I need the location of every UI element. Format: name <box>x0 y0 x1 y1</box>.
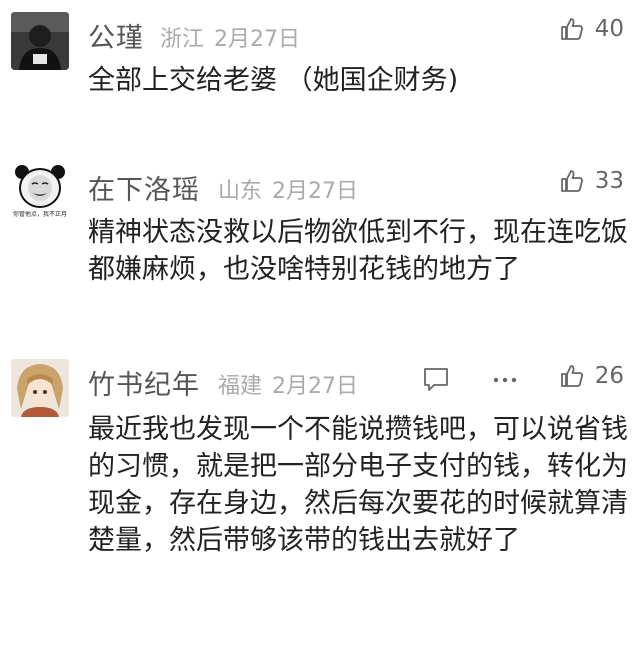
comment-username[interactable]: 竹书纪年 <box>88 363 200 402</box>
like-button[interactable]: 26 <box>559 363 624 389</box>
comment-meta: 浙江 2月27日 <box>160 21 300 53</box>
avatar[interactable]: 你管他点，我不正月 <box>11 164 69 222</box>
like-count: 33 <box>594 168 624 194</box>
comment-location: 福建 <box>218 374 263 399</box>
like-count: 40 <box>594 16 624 42</box>
anime-avatar-icon <box>11 359 69 417</box>
user-avatar-dark-icon <box>11 12 69 70</box>
thumbs-up-icon <box>560 170 583 192</box>
like-count: 26 <box>594 363 624 389</box>
more-dots-icon[interactable] <box>491 365 519 393</box>
comment-text: 最近我也发现一个不能说攒钱吧，可以说省钱的习惯，就是把一部分电子支付的钱，转化为… <box>88 414 628 556</box>
comment-meta: 山东 2月27日 <box>218 173 358 205</box>
like-button[interactable]: 33 <box>559 168 624 194</box>
thumbs-up-icon <box>560 365 583 387</box>
comment-bubble-icon[interactable] <box>422 365 450 393</box>
comment-date: 2月27日 <box>272 179 359 204</box>
comment-date: 2月27日 <box>272 374 359 399</box>
avatar[interactable] <box>11 359 69 417</box>
comment-username[interactable]: 公瑾 <box>88 16 144 55</box>
avatar-caption: 你管他点，我不正月 <box>12 211 67 218</box>
like-button[interactable]: 40 <box>559 16 624 42</box>
comment-text: 精神状态没救以后物欲低到不行，现在连吃饭都嫌麻烦，也没啥特别花钱的地方了 <box>88 217 628 285</box>
thumbs-up-icon <box>560 18 583 40</box>
avatar[interactable] <box>11 12 69 70</box>
comment-location: 山东 <box>218 179 263 204</box>
comment-text: 全部上交给老婆 （她国企财务) <box>88 65 459 96</box>
comment-location: 浙江 <box>160 27 205 52</box>
comment-username[interactable]: 在下洛瑶 <box>88 168 200 207</box>
comment-meta: 福建 2月27日 <box>218 368 358 400</box>
comment-date: 2月27日 <box>214 27 301 52</box>
